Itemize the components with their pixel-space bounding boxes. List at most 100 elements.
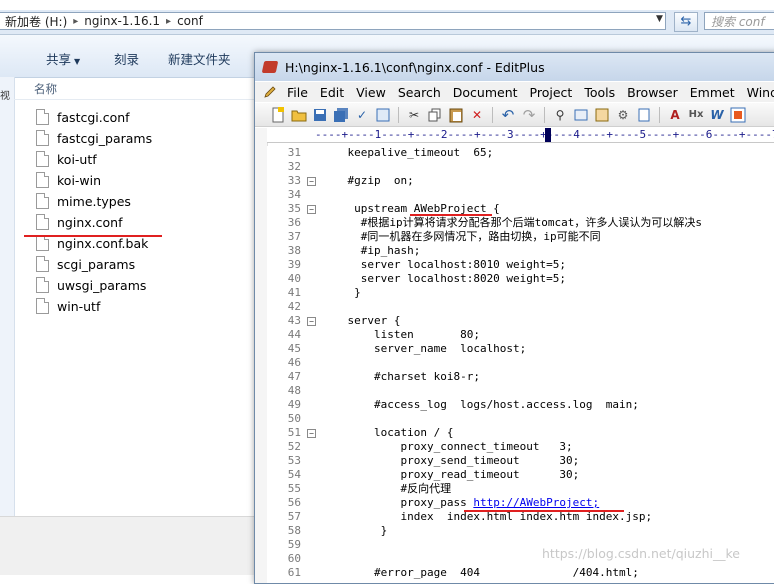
code-text: #ip_hash; [321,244,421,258]
spell-check-icon[interactable]: ✓ [353,106,371,124]
line-number: 37 [287,230,301,243]
replace-icon[interactable] [572,106,590,124]
code-line[interactable]: 43− server { [267,314,774,328]
chevron-down-icon[interactable]: ▼ [656,14,663,24]
menu-view[interactable]: View [350,85,392,100]
code-line[interactable]: 31 keepalive_timeout 65; [267,146,774,160]
clip-icon[interactable] [635,106,653,124]
address-bar[interactable]: 新加卷 (H:) ▸ nginx-1.16.1 ▸ conf [0,12,666,30]
breadcrumb-conf[interactable]: conf [177,14,203,28]
word-wrap-icon[interactable]: W [708,106,726,124]
menu-edit[interactable]: Edit [314,85,350,100]
code-line[interactable]: 35− upstream AWebProject { [267,202,774,216]
copy-icon[interactable] [426,106,444,124]
code-line[interactable]: 44 listen 80; [267,328,774,342]
cut-icon[interactable]: ✂ [405,106,423,124]
code-link[interactable]: http://AWebProject; [473,496,599,509]
menu-browser[interactable]: Browser [621,85,684,100]
open-folder-icon[interactable] [290,106,308,124]
refresh-button[interactable]: ⇆ [674,12,698,32]
save-all-icon[interactable] [332,106,350,124]
code-line[interactable]: 40 server localhost:8020 weight=5; [267,272,774,286]
search-input[interactable]: 搜索 conf [704,12,774,30]
line-number: 33 [287,174,301,187]
code-line[interactable]: 61 #error_page 404 /404.html; [267,566,774,580]
file-icon [36,109,49,125]
code-line[interactable]: 47 #charset koi8-r; [267,370,774,384]
delete-icon[interactable]: ✕ [468,106,486,124]
code-content: proxy_read_timeout 30; [321,468,580,481]
new-file-icon[interactable] [269,106,287,124]
breadcrumb-nginx[interactable]: nginx-1.16.1 [84,14,160,28]
list-item[interactable]: mime.types [36,192,131,210]
code-line[interactable]: 58 } [267,524,774,538]
file-icon [36,298,49,314]
code-line[interactable]: 46 [267,356,774,370]
hex-icon[interactable]: Hx [687,106,705,124]
menu-tools[interactable]: Tools [578,85,621,100]
undo-icon[interactable]: ↶ [499,106,517,124]
code-line[interactable]: 51− location / { [267,426,774,440]
menu-project[interactable]: Project [524,85,579,100]
list-item[interactable]: fastcgi_params [36,129,152,147]
list-item[interactable]: scgi_params [36,255,135,273]
code-line[interactable]: 49 #access_log logs/host.access.log main… [267,398,774,412]
code-line[interactable]: 55 #反向代理 [267,482,774,496]
code-line[interactable]: 52 proxy_connect_timeout 3; [267,440,774,454]
redo-icon[interactable]: ↷ [520,106,538,124]
fold-toggle-icon[interactable]: − [307,205,316,214]
new-folder-button[interactable]: 新建文件夹 [168,49,231,68]
code-line[interactable]: 53 proxy_send_timeout 30; [267,454,774,468]
name-column-header[interactable]: 名称 [14,77,274,100]
browser-icon[interactable] [374,106,392,124]
menu-search[interactable]: Search [392,85,447,100]
code-line[interactable]: 34 [267,188,774,202]
code-line[interactable]: 42 [267,300,774,314]
code-line[interactable]: 57 index index.html index.htm index.jsp; [267,510,774,524]
menu-emmet[interactable]: Emmet [684,85,741,100]
code-line[interactable]: 48 [267,384,774,398]
code-line[interactable]: 32 [267,160,774,174]
code-content: keepalive_timeout 65; [321,146,494,159]
code-line[interactable]: 54 proxy_read_timeout 30; [267,468,774,482]
list-item[interactable]: uwsgi_params [36,276,146,294]
fold-toggle-icon[interactable]: − [307,429,316,438]
fold-toggle-icon[interactable]: − [307,317,316,326]
font-icon[interactable]: A [666,106,684,124]
file-icon [36,130,49,146]
code-line[interactable]: 39 server localhost:8010 weight=5; [267,258,774,272]
list-item-nginx-conf[interactable]: nginx.conf [36,213,122,231]
code-line[interactable]: 38 #ip_hash; [267,244,774,258]
code-text: #charset koi8-r; [321,370,480,384]
code-content: #同一机器在多网情况下，路由切换，ip可能不同 [321,230,601,243]
code-line[interactable]: 45 server_name localhost; [267,342,774,356]
code-editor[interactable]: 31 keepalive_timeout 65; 32 33− #gzip on; 3… [267,146,774,583]
paste-icon[interactable] [447,106,465,124]
list-item[interactable]: koi-win [36,171,101,189]
list-item[interactable]: koi-utf [36,150,97,168]
list-item[interactable]: win-utf [36,297,100,315]
save-icon[interactable] [311,106,329,124]
share-button[interactable]: 共享 ▼ [46,49,80,68]
line-number: 52 [287,440,301,453]
menu-document[interactable]: Document [447,85,524,100]
breadcrumb-drive[interactable]: 新加卷 (H:) [5,13,67,30]
settings-icon[interactable]: ⚙ [614,106,632,124]
navigation-pane[interactable]: 视 [0,77,15,574]
burn-button[interactable]: 刻录 [114,49,139,68]
file-name: mime.types [57,193,131,209]
code-line[interactable]: 33− #gzip on; [267,174,774,188]
fold-toggle-icon[interactable]: − [307,177,316,186]
code-line[interactable]: 50 [267,412,774,426]
code-line[interactable]: 56 proxy_pass http://AWebProject; [267,496,774,510]
list-item[interactable]: fastcgi.conf [36,108,130,126]
find-icon[interactable]: ⚲ [551,106,569,124]
code-line[interactable]: 41 } [267,286,774,300]
code-line[interactable]: 37 #同一机器在多网情况下，路由切换，ip可能不同 [267,230,774,244]
window-title-bar[interactable]: H:\nginx-1.16.1\conf\nginx.conf - EditPl… [255,53,774,81]
menu-file[interactable]: File [281,85,314,100]
find-in-files-icon[interactable] [593,106,611,124]
code-line[interactable]: 36 #根据ip计算将请求分配各那个后端tomcat，许多人误认为可以解决s [267,216,774,230]
menu-window[interactable]: Wind [741,85,774,100]
ruler-icon[interactable] [729,106,747,124]
